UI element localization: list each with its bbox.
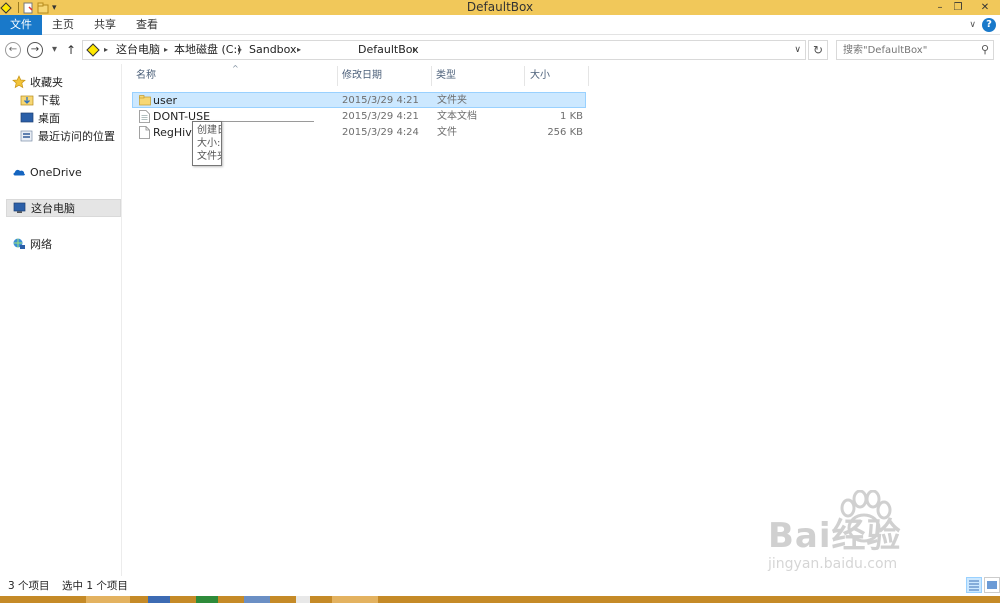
navigation-bar: ← → ▾ ↑ ▸ 这台电脑 ▸ 本地磁盘 (C:) ▸ Sandbox ▸ D… xyxy=(0,36,1000,64)
column-divider[interactable] xyxy=(337,66,338,86)
status-bar: 3 个项目 选中 1 个项目 xyxy=(0,576,1000,596)
search-input[interactable] xyxy=(843,42,973,58)
taskbar-app-button[interactable] xyxy=(296,596,310,603)
sidebar-item-desktop[interactable]: 桌面 xyxy=(20,109,120,127)
column-header-size[interactable]: 大小 xyxy=(530,64,585,88)
back-button[interactable]: ← xyxy=(5,42,21,58)
large-icons-view-button[interactable] xyxy=(984,577,1000,593)
address-bar[interactable]: ▸ 这台电脑 ▸ 本地磁盘 (C:) ▸ Sandbox ▸ DefaultBo… xyxy=(82,40,806,60)
sidebar-item-label: 最近访问的位置 xyxy=(38,130,115,143)
recent-locations-icon[interactable]: ▾ xyxy=(52,42,57,58)
details-view-icon xyxy=(969,580,979,591)
taskbar-explorer-button[interactable] xyxy=(86,596,130,603)
refresh-button[interactable]: ↻ xyxy=(808,40,828,60)
taskbar-sandbox-button[interactable] xyxy=(332,596,378,603)
breadcrumb-separator[interactable]: ▸ xyxy=(238,41,242,59)
breadcrumb-separator[interactable]: ▸ xyxy=(164,41,168,59)
breadcrumb-separator[interactable]: ▸ xyxy=(413,41,417,59)
downloads-folder-icon xyxy=(20,93,34,107)
expand-ribbon-icon[interactable]: ∨ xyxy=(969,15,976,35)
sidebar-item-favorites[interactable]: 收藏夹 xyxy=(12,73,120,91)
breadcrumb-separator[interactable]: ▸ xyxy=(297,41,301,59)
file-size: 256 KB xyxy=(547,127,583,138)
file-icon xyxy=(139,126,150,144)
baidu-jingyan-watermark: Bai经验 jingyan.baidu.com xyxy=(768,490,998,580)
sandbox-location-icon xyxy=(86,43,100,60)
recent-places-icon xyxy=(20,129,34,143)
desktop-icon xyxy=(20,111,34,125)
selection-count: 选中 1 个项目 xyxy=(62,580,128,592)
tab-view[interactable]: 查看 xyxy=(130,15,164,35)
column-header-name[interactable]: 名称 xyxy=(136,64,336,88)
file-name: user xyxy=(153,94,177,107)
address-history-dropdown[interactable]: ∨ xyxy=(794,41,801,59)
tab-home[interactable]: 主页 xyxy=(46,15,80,35)
network-icon xyxy=(12,237,26,251)
watermark-brand: Bai经验 xyxy=(768,516,902,556)
forward-button[interactable]: → xyxy=(27,42,43,58)
file-modified-date: 2015/3/29 4:21 xyxy=(342,95,419,106)
file-row-user[interactable]: user 2015/3/29 4:21 文件夹 xyxy=(132,92,586,108)
sidebar-item-label: 网络 xyxy=(30,238,52,251)
sidebar-item-label: 桌面 xyxy=(38,112,60,125)
file-modified-date: 2015/3/29 4:24 xyxy=(342,127,419,138)
sidebar-item-label: 这台电脑 xyxy=(31,202,75,215)
up-button[interactable]: ↑ xyxy=(66,42,76,58)
breadcrumb-this-pc[interactable]: 这台电脑 xyxy=(116,41,160,59)
sidebar-item-recent-places[interactable]: 最近访问的位置 xyxy=(20,127,120,145)
file-modified-date: 2015/3/29 4:21 xyxy=(342,111,419,122)
sidebar-item-label: 下载 xyxy=(38,94,60,107)
breadcrumb-local-disk[interactable]: 本地磁盘 (C:) xyxy=(174,41,241,59)
column-divider[interactable] xyxy=(431,66,432,86)
taskbar-app-button[interactable] xyxy=(244,596,270,603)
details-view-button[interactable] xyxy=(966,577,982,593)
column-header-type[interactable]: 类型 xyxy=(436,64,521,88)
tooltip-line-created: 创建日 xyxy=(197,125,221,136)
sidebar-item-onedrive[interactable]: OneDrive xyxy=(12,163,120,181)
column-header-date[interactable]: 修改日期 xyxy=(342,64,432,88)
search-box[interactable]: ⚲ xyxy=(836,40,994,60)
breadcrumb-sandbox[interactable]: Sandbox xyxy=(249,41,297,59)
ribbon-tabs: 文件 主页 共享 查看 ∨ ? xyxy=(0,15,1000,35)
column-divider[interactable] xyxy=(524,66,525,86)
large-icons-view-icon xyxy=(987,581,997,589)
title-bar: ▾ DefaultBox – ❐ ✕ xyxy=(0,0,1000,15)
search-icon[interactable]: ⚲ xyxy=(981,43,989,56)
taskbar-app-button[interactable] xyxy=(196,596,218,603)
breadcrumb-defaultbox[interactable]: DefaultBox xyxy=(358,41,419,59)
navigation-pane: 收藏夹 下载 桌面 最近访问的位置 OneDrive 这台电脑 网络 xyxy=(0,64,122,576)
watermark-url: jingyan.baidu.com xyxy=(768,556,898,572)
file-type: 文件 xyxy=(437,127,457,138)
column-divider[interactable] xyxy=(588,66,589,86)
sidebar-item-label: OneDrive xyxy=(30,165,82,179)
tab-share[interactable]: 共享 xyxy=(88,15,122,35)
tooltip-line-folders: 文件夹 xyxy=(197,151,221,162)
tooltip-line-size: 大小: xyxy=(197,138,221,149)
computer-icon xyxy=(13,201,27,215)
sidebar-item-downloads[interactable]: 下载 xyxy=(20,91,120,109)
file-type: 文本文档 xyxy=(437,111,477,122)
file-info-tooltip: 创建日 大小: 文件夹 xyxy=(192,121,222,166)
sidebar-item-label: 收藏夹 xyxy=(30,76,63,89)
tab-file[interactable]: 文件 xyxy=(0,15,42,35)
restore-button[interactable]: ❐ xyxy=(946,0,970,15)
sidebar-item-network[interactable]: 网络 xyxy=(12,235,120,253)
sidebar-item-this-pc[interactable]: 这台电脑 xyxy=(6,199,121,217)
close-button[interactable]: ✕ xyxy=(970,0,1000,15)
taskbar xyxy=(0,596,1000,603)
taskbar-app-button[interactable] xyxy=(148,596,170,603)
file-type: 文件夹 xyxy=(437,95,467,106)
cloud-icon xyxy=(12,165,26,179)
item-count: 3 个项目 xyxy=(8,580,50,592)
window-title: DefaultBox xyxy=(466,0,534,14)
star-icon xyxy=(12,75,26,89)
breadcrumb-separator[interactable]: ▸ xyxy=(104,41,108,59)
file-size: 1 KB xyxy=(560,111,583,122)
help-icon[interactable]: ? xyxy=(982,18,996,32)
